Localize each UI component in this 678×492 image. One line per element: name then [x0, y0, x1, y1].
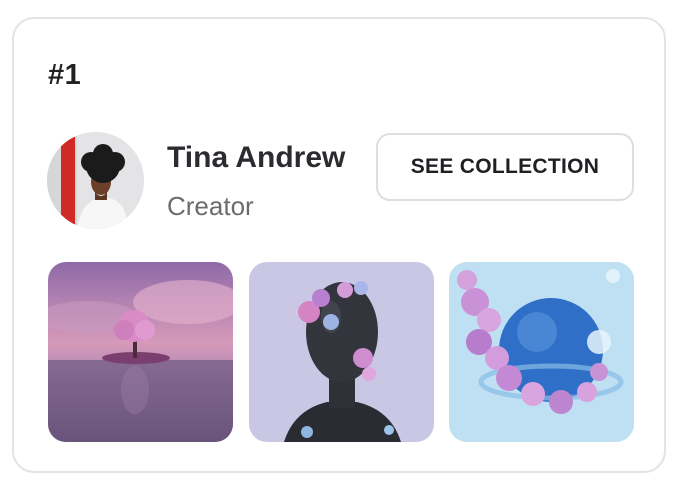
creator-role: Creator [167, 191, 254, 221]
avatar[interactable] [47, 132, 144, 229]
collection-thumbnail-2[interactable] [249, 262, 434, 442]
creator-card: #1 Tina Andrew Creator SEE COLLECTION [12, 17, 666, 473]
creator-name[interactable]: Tina Andrew [167, 141, 345, 175]
collection-thumbnails [48, 262, 634, 442]
blue-sphere-image [449, 262, 634, 442]
floral-head-image [249, 262, 434, 442]
avatar-image [47, 132, 144, 229]
pink-tree-image [48, 262, 233, 442]
collection-thumbnail-3[interactable] [449, 262, 634, 442]
see-collection-button[interactable]: SEE COLLECTION [376, 133, 634, 201]
collection-thumbnail-1[interactable] [48, 262, 233, 442]
rank-label: #1 [48, 59, 82, 91]
